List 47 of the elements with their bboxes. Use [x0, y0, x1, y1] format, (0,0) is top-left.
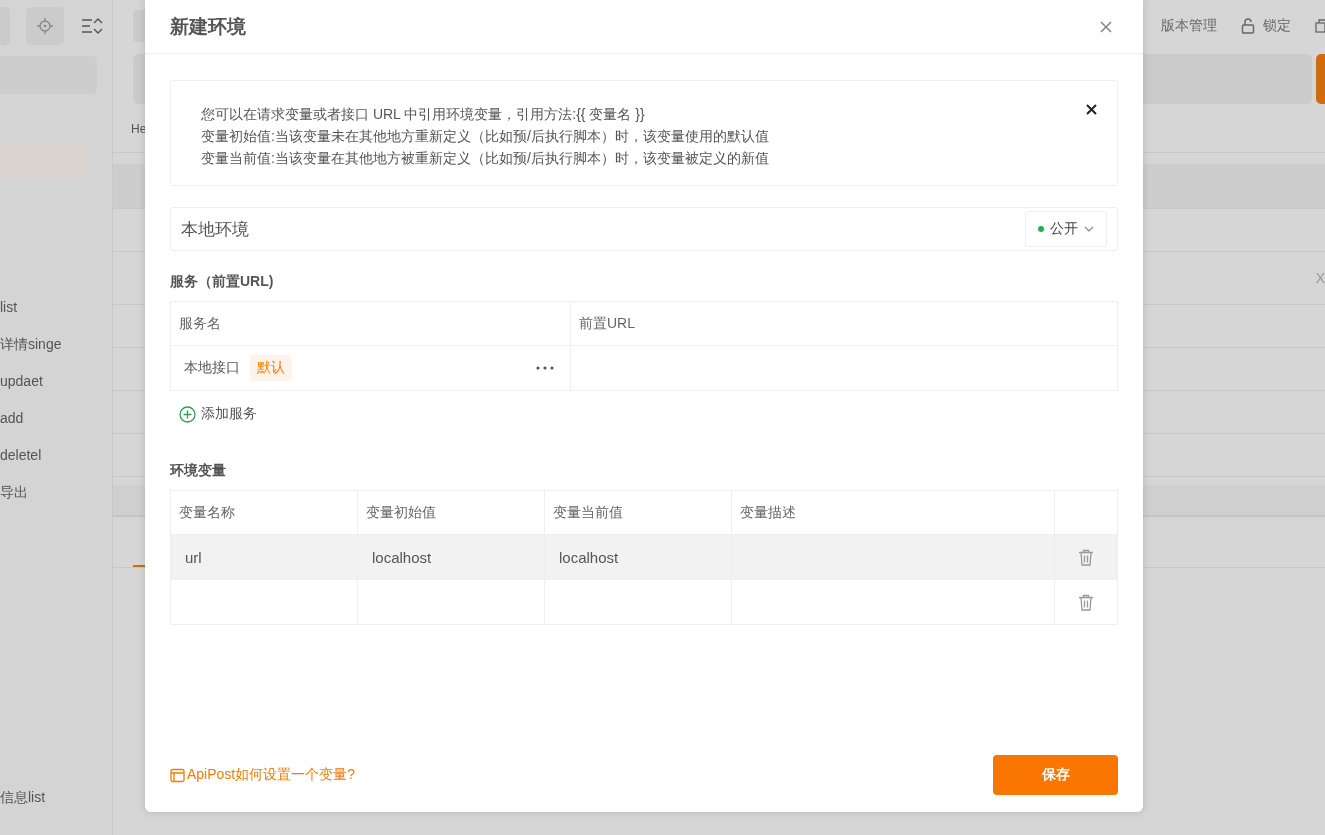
copy-icon[interactable]	[1315, 19, 1325, 33]
notice-text: 变量当前值:当该变量在其他地方被重新定义（比如预/后执行脚本）时，该变量被定义的新值	[201, 149, 769, 168]
column-header: 变量当前值	[545, 491, 732, 534]
lock-icon	[1241, 18, 1255, 34]
plus-circle-icon	[179, 405, 196, 423]
tab-underline	[133, 565, 145, 567]
close-icon[interactable]	[1086, 104, 1097, 115]
sidebar-item[interactable]: 信息list	[0, 786, 46, 808]
sidebar-item[interactable]: list	[0, 296, 18, 318]
default-badge: 默认	[250, 355, 292, 381]
table-cell[interactable]: localhost	[366, 548, 432, 566]
table-cell: X	[1315, 270, 1325, 286]
save-button[interactable]: 保存	[993, 755, 1118, 795]
notice-text: 您可以在请求变量或者接口 URL 中引用环境变量，引用方法:{{ 变量名 }}	[201, 105, 646, 124]
tab[interactable]: He	[131, 122, 147, 136]
visibility-dropdown[interactable]: 公开	[1025, 211, 1107, 247]
column-header: 变量初始值	[358, 491, 545, 534]
table-cell-text: 本地接口	[183, 359, 240, 377]
column-header: 变量名称	[171, 491, 358, 534]
trash-icon[interactable]	[1078, 593, 1094, 611]
more-icon[interactable]	[536, 366, 554, 370]
lock-button[interactable]: 锁定	[1241, 17, 1291, 35]
section-title: 服务（前置URL)	[170, 273, 274, 291]
sidebar-item[interactable]: add	[0, 407, 24, 429]
status-dot-icon	[1038, 226, 1044, 232]
column-header: 变量描述	[732, 491, 1055, 534]
table-cell[interactable]: url	[179, 548, 202, 566]
column-header: 服务名	[171, 302, 571, 345]
version-button[interactable]: 版本管理	[1161, 17, 1217, 35]
target-icon[interactable]	[26, 7, 64, 45]
sidebar-item[interactable]: updaet	[0, 370, 43, 392]
collapse-icon[interactable]	[80, 16, 104, 36]
sidebar-item[interactable]: 导出	[0, 481, 28, 503]
sidebar-item[interactable]: 详情singe	[0, 333, 62, 355]
dialog-title: 新建环境	[170, 14, 246, 39]
notice-text: 变量初始值:当该变量未在其他地方重新定义（比如预/后执行脚本）时，该变量使用的默认值	[201, 127, 769, 146]
environment-name-field[interactable]: 本地环境 公开	[170, 207, 1118, 251]
table-cell[interactable]: localhost	[553, 548, 619, 566]
browser-window-icon	[170, 767, 185, 783]
trash-icon[interactable]	[1078, 548, 1094, 566]
send-button[interactable]	[1316, 54, 1325, 104]
help-link[interactable]: ApiPost如何设置一个变量?	[170, 766, 356, 784]
section-title: 环境变量	[170, 462, 226, 480]
column-header: 前置URL	[578, 313, 636, 333]
add-service-button[interactable]: 添加服务	[170, 399, 266, 429]
chevron-down-icon	[1084, 226, 1094, 232]
sidebar-item[interactable]: deletel	[0, 444, 42, 466]
